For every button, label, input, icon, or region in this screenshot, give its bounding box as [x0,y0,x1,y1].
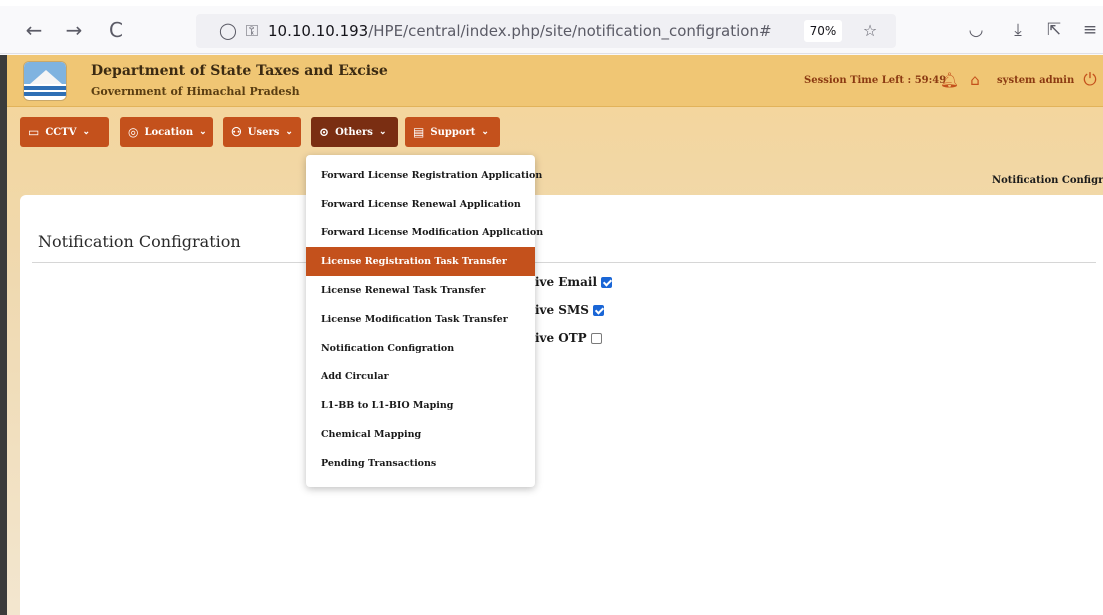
share-icon[interactable]: ⇱ [1042,18,1066,42]
menu-item-license-renewal-task-transfer[interactable]: License Renewal Task Transfer [306,276,535,305]
menu-item-add-circular[interactable]: Add Circular [306,363,535,392]
menu-item-license-modification-task-transfer[interactable]: License Modification Task Transfer [306,305,535,334]
chevron-down-icon: ⌄ [378,127,387,137]
download-icon[interactable]: ⤓ [1006,18,1030,42]
chevron-down-icon: ⌄ [199,127,207,137]
receive-otp-checkbox[interactable] [590,332,602,344]
menu-item-license-registration-task-transfer[interactable]: License Registration Task Transfer [306,247,535,277]
left-window-edge [0,55,7,615]
chevron-down-icon: ⌄ [481,127,489,137]
url-path: /HPE/central/index.php/site/notification… [368,22,772,40]
bookmark-star-icon[interactable]: ☆ [860,21,880,41]
nav-support[interactable]: ▤ Support ⌄ [405,117,500,147]
menu-icon[interactable]: ≡ [1078,18,1102,42]
chevron-down-icon: ⌄ [285,127,293,137]
department-subtitle: Government of Himachal Pradesh [91,85,300,98]
receive-sms-checkbox[interactable] [592,304,604,316]
id-card-icon: ▭ [28,125,40,139]
zoom-level-badge[interactable]: 70% [804,20,842,42]
nav-location[interactable]: ◎ Location ⌄ [120,117,213,147]
bell-icon[interactable]: 🔔︎ [940,71,959,89]
menu-item-forward-license-modification[interactable]: Forward License Modification Application [306,219,543,248]
users-icon: ⚇ [231,125,242,139]
content-panel: Notification Configration ceive Email ce… [20,195,1103,615]
menu-item-l1bb-to-l1bio-maping[interactable]: L1-BB to L1-BIO Maping [306,391,535,420]
menu-item-forward-license-registration[interactable]: Forward License Registration Application [306,161,542,190]
nav-label: Users [247,126,280,138]
breadcrumb: Notification Configratio [992,175,1103,186]
location-pin-icon: ◎ [128,125,139,139]
insecure-lock-icon[interactable]: ⚿ [242,21,262,41]
url-text[interactable]: 10.10.10.193/HPE/central/index.php/site/… [268,22,772,40]
shield-icon[interactable]: ◯ [218,21,238,41]
main-nav: ▭ CCTV ⌄ ◎ Location ⌄ ⚇ Users ⌄ ⊙ Others… [7,107,1103,153]
menu-item-chemical-mapping[interactable]: Chemical Mapping [306,420,535,449]
department-title: Department of State Taxes and Excise [91,63,388,79]
chevron-down-icon: ⌄ [82,127,91,137]
session-timer: Session Time Left : 59:49 [804,75,947,86]
menu-item-forward-license-renewal[interactable]: Forward License Renewal Application [306,190,535,219]
nav-others[interactable]: ⊙ Others ⌄ [311,117,398,147]
nav-label: Others [335,126,373,138]
power-icon[interactable]: ⏻ [1081,71,1099,89]
forward-icon[interactable]: → [62,18,86,42]
app-header: Department of State Taxes and Excise Gov… [7,55,1103,107]
menu-item-pending-transactions[interactable]: Pending Transactions [306,449,535,478]
others-dropdown-menu: Forward License Registration Application… [306,155,543,487]
pocket-icon[interactable]: ◡ [964,18,988,42]
search-circle-icon: ⊙ [319,125,330,139]
receive-email-checkbox[interactable] [601,276,613,288]
nav-label: Support [430,126,476,138]
nav-cctv[interactable]: ▭ CCTV ⌄ [20,117,109,147]
nav-label: Location [144,126,194,138]
reload-icon[interactable]: C [104,18,128,42]
back-icon[interactable]: ← [22,18,46,42]
address-bar[interactable]: ◯ ⚿ 10.10.10.193/HPE/central/index.php/s… [196,14,896,48]
himachal-emblem-logo [23,61,67,101]
user-name[interactable]: system admin [997,75,1074,86]
home-icon[interactable]: ⌂ [966,71,984,89]
title-divider [32,262,1096,263]
menu-item-notification-configration[interactable]: Notification Configration [306,334,535,363]
nav-label: CCTV [45,126,77,138]
nav-users[interactable]: ⚇ Users ⌄ [223,117,301,147]
url-host: 10.10.10.193 [268,22,369,40]
page-title: Notification Configration [38,232,241,251]
support-icon: ▤ [413,125,425,139]
browser-toolbar: ← → C ◯ ⚿ 10.10.10.193/HPE/central/index… [0,6,1103,54]
app-area: Department of State Taxes and Excise Gov… [0,55,1103,615]
